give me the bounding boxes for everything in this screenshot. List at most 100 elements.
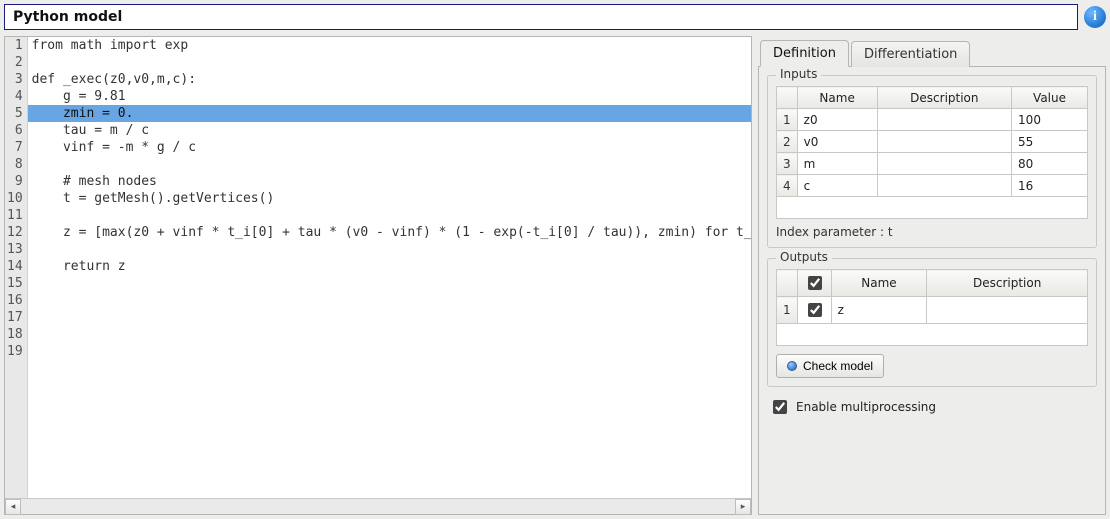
horizontal-scrollbar[interactable]: ◂ ▸: [5, 498, 751, 514]
input-value-cell[interactable]: 16: [1012, 175, 1088, 197]
code-line[interactable]: [28, 292, 751, 309]
code-line[interactable]: vinf = -m * g / c: [28, 139, 751, 156]
gutter-line-number: 9: [7, 173, 23, 190]
output-description-cell[interactable]: [927, 297, 1088, 324]
table-row[interactable]: 1z: [777, 297, 1088, 324]
outputs-group: Outputs Name Description: [767, 258, 1097, 387]
code-editor-body[interactable]: 12345678910111213141516171819 from math …: [5, 37, 751, 498]
gutter-line-number: 18: [7, 326, 23, 343]
check-model-icon: [787, 361, 797, 371]
input-description-cell[interactable]: [877, 109, 1011, 131]
tab-definition[interactable]: Definition: [760, 40, 849, 67]
tab-definition-content: Inputs Name Description Value 1z01002v05…: [758, 66, 1106, 515]
check-model-label: Check model: [803, 359, 873, 373]
inputs-table[interactable]: Name Description Value 1z01002v0553m804c…: [776, 86, 1088, 219]
outputs-group-title: Outputs: [776, 250, 832, 264]
inputs-header-description[interactable]: Description: [877, 87, 1011, 109]
code-gutter: 12345678910111213141516171819: [5, 37, 28, 498]
input-value-cell[interactable]: 100: [1012, 109, 1088, 131]
outputs-table[interactable]: Name Description 1z: [776, 269, 1088, 346]
input-name-cell[interactable]: m: [797, 153, 877, 175]
code-line[interactable]: [28, 207, 751, 224]
output-enabled-cell[interactable]: [797, 297, 831, 324]
code-line[interactable]: z = [max(z0 + vinf * t_i[0] + tau * (v0 …: [28, 224, 751, 241]
code-line[interactable]: [28, 326, 751, 343]
input-description-cell[interactable]: [877, 131, 1011, 153]
index-parameter-label: Index parameter :: [776, 225, 884, 239]
check-model-button[interactable]: Check model: [776, 354, 884, 378]
scroll-right-button[interactable]: ▸: [735, 499, 751, 515]
gutter-line-number: 8: [7, 156, 23, 173]
python-model-panel: Python model i 1234567891011121314151617…: [0, 0, 1110, 519]
blank-cell: [777, 197, 1088, 219]
row-number: 3: [777, 153, 798, 175]
index-parameter-line: Index parameter : t: [776, 225, 1088, 239]
code-line[interactable]: [28, 156, 751, 173]
code-line[interactable]: [28, 241, 751, 258]
code-line[interactable]: # mesh nodes: [28, 173, 751, 190]
code-line[interactable]: [28, 343, 751, 360]
code-line[interactable]: g = 9.81: [28, 88, 751, 105]
output-enabled-checkbox[interactable]: [808, 303, 822, 317]
code-line[interactable]: [28, 54, 751, 71]
code-line[interactable]: t = getMesh().getVertices(): [28, 190, 751, 207]
gutter-line-number: 3: [7, 71, 23, 88]
inputs-group-title: Inputs: [776, 67, 821, 81]
gutter-line-number: 17: [7, 309, 23, 326]
title-row: Python model i: [4, 0, 1106, 36]
inputs-header-value[interactable]: Value: [1012, 87, 1088, 109]
gutter-line-number: 13: [7, 241, 23, 258]
table-row[interactable]: 4c16: [777, 175, 1088, 197]
code-line[interactable]: [28, 275, 751, 292]
enable-multiprocessing-checkbox[interactable]: [773, 400, 787, 414]
gutter-line-number: 1: [7, 37, 23, 54]
gutter-line-number: 4: [7, 88, 23, 105]
code-line[interactable]: tau = m / c: [28, 122, 751, 139]
outputs-header-name[interactable]: Name: [831, 270, 927, 297]
gutter-line-number: 12: [7, 224, 23, 241]
gutter-line-number: 16: [7, 292, 23, 309]
blank-cell: [777, 324, 1088, 346]
code-line[interactable]: from math import exp: [28, 37, 751, 54]
row-number: 1: [777, 109, 798, 131]
input-name-cell[interactable]: v0: [797, 131, 877, 153]
tab-differentiation[interactable]: Differentiation: [851, 41, 970, 67]
right-pane: Definition Differentiation Inputs Name D…: [758, 36, 1106, 515]
input-value-cell[interactable]: 55: [1012, 131, 1088, 153]
table-row[interactable]: 2v0 55: [777, 131, 1088, 153]
gutter-line-number: 7: [7, 139, 23, 156]
enable-multiprocessing-row[interactable]: Enable multiprocessing: [767, 397, 1097, 417]
enable-multiprocessing-label: Enable multiprocessing: [796, 400, 936, 414]
code-line[interactable]: return z: [28, 258, 751, 275]
table-row[interactable]: 3m 80: [777, 153, 1088, 175]
main-split: 12345678910111213141516171819 from math …: [4, 36, 1106, 515]
input-description-cell[interactable]: [877, 175, 1011, 197]
input-value-cell[interactable]: 80: [1012, 153, 1088, 175]
code-line[interactable]: zmin = 0.: [28, 105, 751, 122]
gutter-line-number: 5: [7, 105, 23, 122]
row-number: 1: [777, 297, 798, 324]
table-row[interactable]: 1z0 100: [777, 109, 1088, 131]
row-number: 2: [777, 131, 798, 153]
gutter-line-number: 11: [7, 207, 23, 224]
info-button[interactable]: i: [1084, 6, 1106, 28]
gutter-line-number: 19: [7, 343, 23, 360]
code-editor: 12345678910111213141516171819 from math …: [4, 36, 752, 515]
code-area[interactable]: from math import exp def _exec(z0,v0,m,c)…: [28, 37, 751, 498]
output-name-cell[interactable]: z: [831, 297, 927, 324]
input-name-cell[interactable]: c: [797, 175, 877, 197]
gutter-line-number: 6: [7, 122, 23, 139]
outputs-header-enabled[interactable]: [797, 270, 831, 297]
outputs-header-checkbox[interactable]: [808, 276, 822, 290]
outputs-header-description[interactable]: Description: [927, 270, 1088, 297]
inputs-header-name[interactable]: Name: [797, 87, 877, 109]
table-blank-row: [777, 197, 1088, 219]
scroll-left-button[interactable]: ◂: [5, 499, 21, 515]
code-line[interactable]: def _exec(z0,v0,m,c):: [28, 71, 751, 88]
panel-title: Python model: [4, 4, 1078, 30]
input-name-cell[interactable]: z0: [797, 109, 877, 131]
gutter-line-number: 2: [7, 54, 23, 71]
inputs-group: Inputs Name Description Value 1z01002v05…: [767, 75, 1097, 248]
code-line[interactable]: [28, 309, 751, 326]
input-description-cell[interactable]: [877, 153, 1011, 175]
